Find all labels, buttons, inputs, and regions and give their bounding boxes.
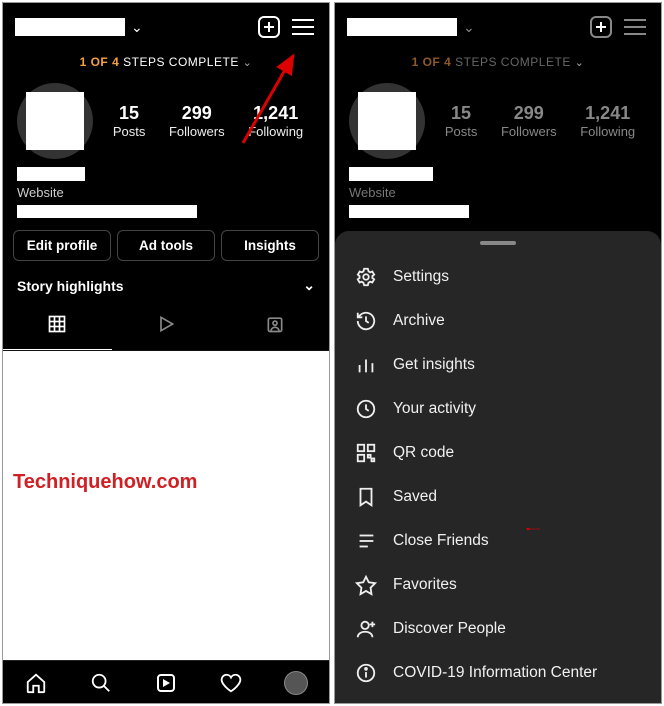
menu-label: Discover People: [393, 620, 506, 638]
avatar-redacted: [358, 92, 416, 150]
menu-qr-code[interactable]: QR code: [335, 431, 661, 475]
profile-tabs: [3, 304, 329, 351]
menu-your-activity[interactable]: Your activity: [335, 387, 661, 431]
stat-following[interactable]: 1,241 Following: [580, 103, 635, 139]
profile-stats-row: 15 Posts 299 Followers 1,241 Following: [3, 79, 329, 159]
menu-favorites[interactable]: Favorites: [335, 563, 661, 607]
stat-followers[interactable]: 299 Followers: [501, 103, 557, 139]
chevron-down-icon: ⌄: [303, 277, 315, 294]
bio-section: Website: [335, 159, 661, 224]
steps-rest: STEPS COMPLETE: [455, 55, 571, 69]
menu-get-insights[interactable]: Get insights: [335, 343, 661, 387]
name-redacted: [17, 167, 85, 181]
ad-tools-button[interactable]: Ad tools: [117, 230, 215, 261]
stat-posts[interactable]: 15 Posts: [445, 103, 478, 139]
nav-reels[interactable]: [154, 671, 178, 695]
info-circle-icon: [355, 662, 377, 684]
bio-website-label: Website: [349, 184, 647, 202]
list-star-icon: [355, 530, 377, 552]
profile-stats-row: 15 Posts 299 Followers 1,241 Following: [335, 79, 661, 159]
menu-settings[interactable]: Settings: [335, 255, 661, 299]
create-post-button[interactable]: [587, 13, 615, 41]
stat-following[interactable]: 1,241 Following: [248, 103, 303, 139]
steps-complete-banner[interactable]: 1 OF 4 STEPS COMPLETE ⌄: [3, 49, 329, 79]
steps-complete-banner[interactable]: 1 OF 4 STEPS COMPLETE ⌄: [335, 49, 661, 79]
menu-label: Archive: [393, 312, 445, 330]
steps-highlight: 1 OF 4: [80, 55, 120, 69]
chevron-down-icon: ⌄: [575, 57, 585, 69]
annotation-arrow-close-friends: [505, 528, 565, 530]
top-bar: ⌄: [335, 3, 661, 49]
tab-tagged[interactable]: [220, 304, 329, 350]
username-redacted: [347, 18, 457, 36]
bio-website-label: Website: [17, 184, 315, 202]
avatar-icon: [284, 671, 308, 695]
profile-avatar[interactable]: [17, 83, 93, 159]
profile-actions: Edit profile Ad tools Insights: [3, 224, 329, 267]
stat-posts[interactable]: 15 Posts: [113, 103, 146, 139]
menu-icon: [624, 19, 646, 35]
menu-label: Favorites: [393, 576, 457, 594]
username-redacted: [15, 18, 125, 36]
nav-profile[interactable]: [284, 671, 308, 695]
nav-activity[interactable]: [219, 671, 243, 695]
bookmark-icon: [355, 486, 377, 508]
qr-icon: [355, 442, 377, 464]
bottom-nav: [3, 660, 329, 703]
nav-home[interactable]: [24, 671, 48, 695]
edit-profile-button[interactable]: Edit profile: [13, 230, 111, 261]
chevron-down-icon: ⌄: [243, 57, 253, 69]
story-highlights-label: Story highlights: [17, 278, 124, 294]
steps-rest: STEPS COMPLETE: [123, 55, 239, 69]
tab-reels[interactable]: [112, 304, 221, 350]
steps-highlight: 1 OF 4: [412, 55, 452, 69]
screenshot-left: ⌄ 1 OF 4 STEPS COMPLETE ⌄ 15 Posts 299 F…: [2, 2, 330, 704]
menu-label: Saved: [393, 488, 437, 506]
menu-label: COVID-19 Information Center: [393, 664, 597, 682]
menu-saved[interactable]: Saved: [335, 475, 661, 519]
menu-label: Close Friends: [393, 532, 489, 550]
plus-square-icon: [590, 16, 612, 38]
menu-label: Settings: [393, 268, 449, 286]
chart-icon: [355, 354, 377, 376]
nav-search[interactable]: [89, 671, 113, 695]
name-redacted: [349, 167, 433, 181]
plus-square-icon: [258, 16, 280, 38]
link-redacted: [17, 205, 197, 218]
top-bar: ⌄: [3, 3, 329, 49]
star-icon: [355, 574, 377, 596]
hamburger-menu-button[interactable]: [621, 13, 649, 41]
reels-icon: [157, 674, 175, 692]
hamburger-menu-button[interactable]: [289, 13, 317, 41]
menu-label: QR code: [393, 444, 454, 462]
chevron-down-icon[interactable]: ⌄: [463, 19, 475, 36]
stat-followers[interactable]: 299 Followers: [169, 103, 225, 139]
menu-label: Get insights: [393, 356, 475, 374]
menu-sheet: Settings Archive Get insights Your activ…: [335, 231, 661, 703]
insights-button[interactable]: Insights: [221, 230, 319, 261]
archive-icon: [355, 310, 377, 332]
person-plus-icon: [355, 618, 377, 640]
avatar-redacted: [26, 92, 84, 150]
menu-close-friends[interactable]: Close Friends: [335, 519, 661, 563]
menu-label: Your activity: [393, 400, 476, 418]
gear-icon: [355, 266, 377, 288]
link-redacted: [349, 205, 469, 218]
menu-icon: [292, 19, 314, 35]
story-highlights-header[interactable]: Story highlights ⌄: [3, 267, 329, 304]
profile-avatar[interactable]: [349, 83, 425, 159]
menu-covid-info[interactable]: COVID-19 Information Center: [335, 651, 661, 695]
screenshot-right: ⌄ 1 OF 4 STEPS COMPLETE ⌄ 15 Posts 299 F…: [334, 2, 662, 704]
menu-discover-people[interactable]: Discover People: [335, 607, 661, 651]
posts-grid: Techniquehow.com: [3, 351, 329, 660]
chevron-down-icon[interactable]: ⌄: [131, 19, 143, 36]
clock-icon: [355, 398, 377, 420]
sheet-grabber[interactable]: [480, 241, 516, 245]
tab-grid[interactable]: [3, 304, 112, 350]
create-post-button[interactable]: [255, 13, 283, 41]
bio-section: Website: [3, 159, 329, 224]
watermark-text: Techniquehow.com: [13, 471, 197, 494]
menu-archive[interactable]: Archive: [335, 299, 661, 343]
